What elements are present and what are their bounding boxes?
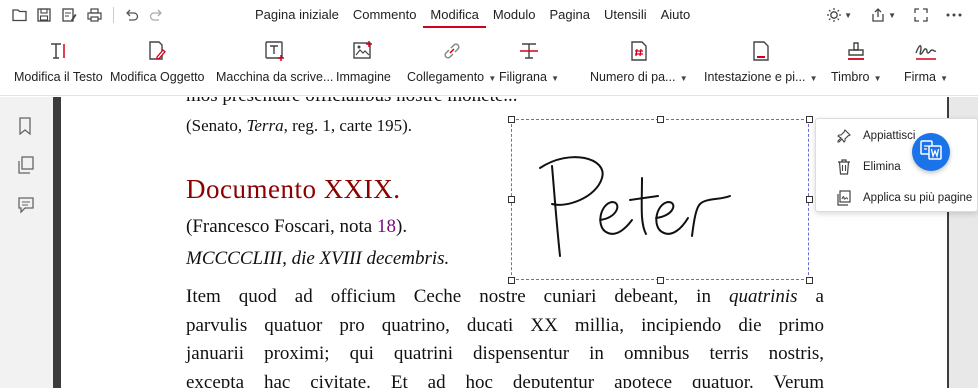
tab-pagina-iniziale[interactable]: Pagina iniziale [248,0,346,30]
resize-handle[interactable] [806,196,813,203]
edit-object-button[interactable]: Modifica Oggetto [110,38,205,84]
watermark-button[interactable]: Filigrana ▼ [499,38,559,84]
edit-text-button[interactable]: Modifica il Testo [14,38,103,84]
header-footer-button[interactable]: Intestazione e pi... ▼ [704,38,818,84]
document-note: (Francesco Foscari, nota 18). [186,216,408,237]
tab-aiuto[interactable]: Aiuto [654,0,698,30]
resize-handle[interactable] [508,116,515,123]
image-label: Immagine [336,70,391,84]
resize-handle[interactable] [806,116,813,123]
stamp-icon [845,38,867,64]
apply-multiple-pages-menu-item[interactable]: Applica su più pagine [816,185,978,211]
link-icon [441,38,463,64]
delete-menu-item[interactable]: Elimina [816,154,978,180]
page-number-button[interactable]: Numero di pa... ▼ [590,38,688,84]
fullscreen-icon[interactable] [914,6,928,24]
pin-icon [835,127,853,145]
typewriter-icon [264,38,286,64]
handwritten-signature[interactable] [530,148,750,273]
undo-icon[interactable] [122,6,140,24]
share-icon[interactable]: ▼ [870,6,896,24]
left-sidebar [0,97,53,388]
document-gutter-left [53,97,61,388]
quick-access-toolbar [10,6,172,24]
page-number-label: Numero di pa... ▼ [590,70,688,84]
resize-handle[interactable] [508,196,515,203]
paragraph-line: parvulis quatuor pro quatrino, ducati XX… [186,314,824,336]
main-tabs: Pagina iniziale Commento Modifica Modulo… [248,0,697,30]
flatten-label: Appiattisci [863,130,916,142]
watermark-icon [518,38,540,64]
stamp-button[interactable]: Timbro ▼ [831,38,882,84]
document-text-line: mos presentare officialibus nostre monet… [186,97,518,107]
delete-label: Elimina [863,161,901,173]
save-icon[interactable] [35,6,53,24]
typewriter-label: Macchina da scrive... [216,70,334,84]
resize-handle[interactable] [657,277,664,284]
resize-handle[interactable] [657,116,664,123]
edit-text-label: Modifica il Testo [14,70,103,84]
folder-icon[interactable] [10,6,28,24]
signature-context-menu: Appiattisci Elimina Applica su più pagin… [815,118,978,212]
link-label: Collegamento ▼ [407,70,497,84]
ribbon-toolbar: Modifica il Testo Modifica Oggetto Macch… [0,30,978,96]
theme-icon[interactable]: ▼ [826,6,852,24]
more-icon[interactable] [946,6,962,24]
resize-handle[interactable] [508,277,515,284]
apply-multiple-pages-label: Applica su più pagine [863,192,973,204]
edit-text-icon [48,38,68,64]
image-button[interactable]: Immagine [336,38,391,84]
convert-to-word-button[interactable] [912,133,950,171]
print-icon[interactable] [85,6,103,24]
window-tools: ▼ ▼ [808,6,962,24]
link-button[interactable]: Collegamento ▼ [407,38,496,84]
note-link[interactable]: 18 [377,216,396,237]
header-footer-icon [751,38,771,64]
page-number-icon [629,38,649,64]
resize-handle[interactable] [806,277,813,284]
signature-icon [914,38,938,64]
paragraph-line: januarii proximi; qui quatrini dispensen… [186,343,824,364]
signature-button[interactable]: Firma ▼ [904,38,948,84]
toolbar-divider [113,7,114,23]
typewriter-button[interactable]: Macchina da scrive... [216,38,333,84]
flatten-menu-item[interactable]: Appiattisci [816,123,978,149]
multi-page-icon [835,189,853,207]
comment-icon[interactable] [17,196,35,214]
document-citation: (Senato, Terra, reg. 1, carte 195). [186,116,412,135]
menu-bar: Pagina iniziale Commento Modifica Modulo… [0,0,978,30]
document-paragraph: Item quod ad officium Ceche nostre cunia… [186,283,824,388]
edit-object-icon [147,38,167,64]
tab-utensili[interactable]: Utensili [597,0,654,30]
trash-icon [835,158,853,176]
document-heading: Documento XXIX. [186,174,401,204]
document-date: MCCCCLIII, die XVIII decembris. [186,248,450,269]
signature-label: Firma ▼ [904,70,949,84]
stamp-label: Timbro ▼ [831,70,882,84]
tab-pagina[interactable]: Pagina [542,0,596,30]
watermark-label: Filigrana ▼ [499,70,560,84]
tab-modifica[interactable]: Modifica [423,0,487,30]
tab-commento[interactable]: Commento [346,0,424,30]
image-icon [352,38,374,64]
header-footer-label: Intestazione e pi... ▼ [704,70,818,84]
save-as-icon[interactable] [60,6,78,24]
bookmark-icon[interactable] [17,117,35,136]
redo-icon[interactable] [147,6,165,24]
edit-object-label: Modifica Oggetto [110,70,205,84]
paragraph-line: Item quod ad officium Ceche nostre cunia… [186,286,824,307]
pages-icon[interactable] [17,156,35,174]
tab-modulo[interactable]: Modulo [486,0,543,30]
paragraph-line: excepta hac civitate. Et ad hoc deputent… [186,371,824,388]
convert-to-word-icon [919,138,943,167]
